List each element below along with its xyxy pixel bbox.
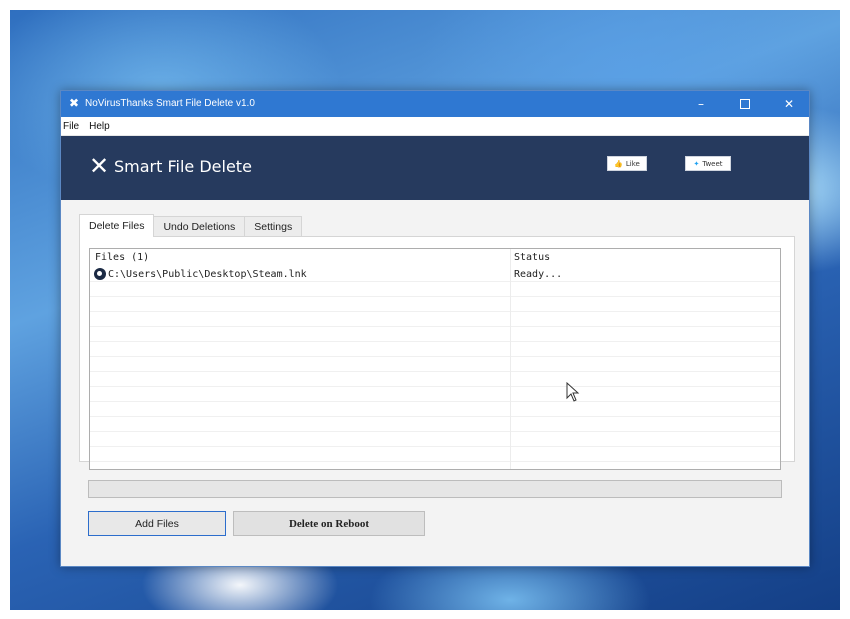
minimize-button[interactable]: – <box>681 91 721 117</box>
title-bar[interactable]: ✖ NoVirusThanks Smart File Delete v1.0 –… <box>61 91 809 117</box>
window-title: NoVirusThanks Smart File Delete v1.0 <box>85 98 255 109</box>
banner-title: Smart File Delete <box>114 157 252 176</box>
file-path: C:\Users\Public\Desktop\Steam.lnk <box>108 269 307 280</box>
twitter-bird-icon: ✦ <box>693 159 700 168</box>
minimize-icon: – <box>698 97 704 111</box>
app-x-icon: ✖ <box>69 96 80 110</box>
column-divider <box>510 249 511 469</box>
mouse-pointer-icon <box>566 382 580 402</box>
column-header-files[interactable]: Files (1) <box>95 252 149 263</box>
tab-undo-deletions[interactable]: Undo Deletions <box>153 216 246 237</box>
steam-icon <box>94 268 106 280</box>
close-icon: ✕ <box>783 97 795 111</box>
app-window: ✖ NoVirusThanks Smart File Delete v1.0 –… <box>60 90 810 567</box>
menu-help[interactable]: Help <box>89 121 110 132</box>
like-label: Like <box>625 159 640 168</box>
delete-files-panel: Files (1) Status C:\Users\Public\Desktop… <box>79 236 795 470</box>
progress-bar <box>88 480 782 498</box>
tweet-label: Tweet <box>702 159 723 168</box>
like-button[interactable]: 👍 Like <box>607 156 647 171</box>
logo-x-icon: ✕ <box>89 152 110 180</box>
maximize-icon <box>740 99 750 109</box>
tab-delete-files[interactable]: Delete Files <box>79 214 155 237</box>
list-grid-lines <box>90 267 780 469</box>
thumbs-up-icon: 👍 <box>614 159 623 168</box>
add-files-button[interactable]: Add Files <box>88 511 226 536</box>
tab-settings[interactable]: Settings <box>244 216 303 237</box>
header-banner: ✕ Smart File Delete 👍 Like ✦ Tweet <box>61 136 809 200</box>
close-button[interactable]: ✕ <box>769 91 809 117</box>
delete-on-reboot-button[interactable]: Delete on Reboot <box>233 511 425 536</box>
menu-file[interactable]: File <box>63 121 79 132</box>
main-content: Delete Files Undo Deletions Settings Fil… <box>61 200 809 566</box>
file-list[interactable]: Files (1) Status C:\Users\Public\Desktop… <box>89 248 781 470</box>
menu-bar: File Help <box>61 117 809 136</box>
file-status: Ready... <box>514 269 563 280</box>
list-header: Files (1) Status <box>90 249 780 265</box>
maximize-button[interactable] <box>725 91 765 117</box>
desktop-background: ✖ NoVirusThanks Smart File Delete v1.0 –… <box>10 10 840 610</box>
tab-strip: Delete Files Undo Deletions Settings <box>79 214 303 237</box>
tweet-button[interactable]: ✦ Tweet <box>685 156 731 171</box>
column-header-status[interactable]: Status <box>514 252 550 263</box>
list-item[interactable]: C:\Users\Public\Desktop\Steam.lnk Ready.… <box>90 267 780 282</box>
